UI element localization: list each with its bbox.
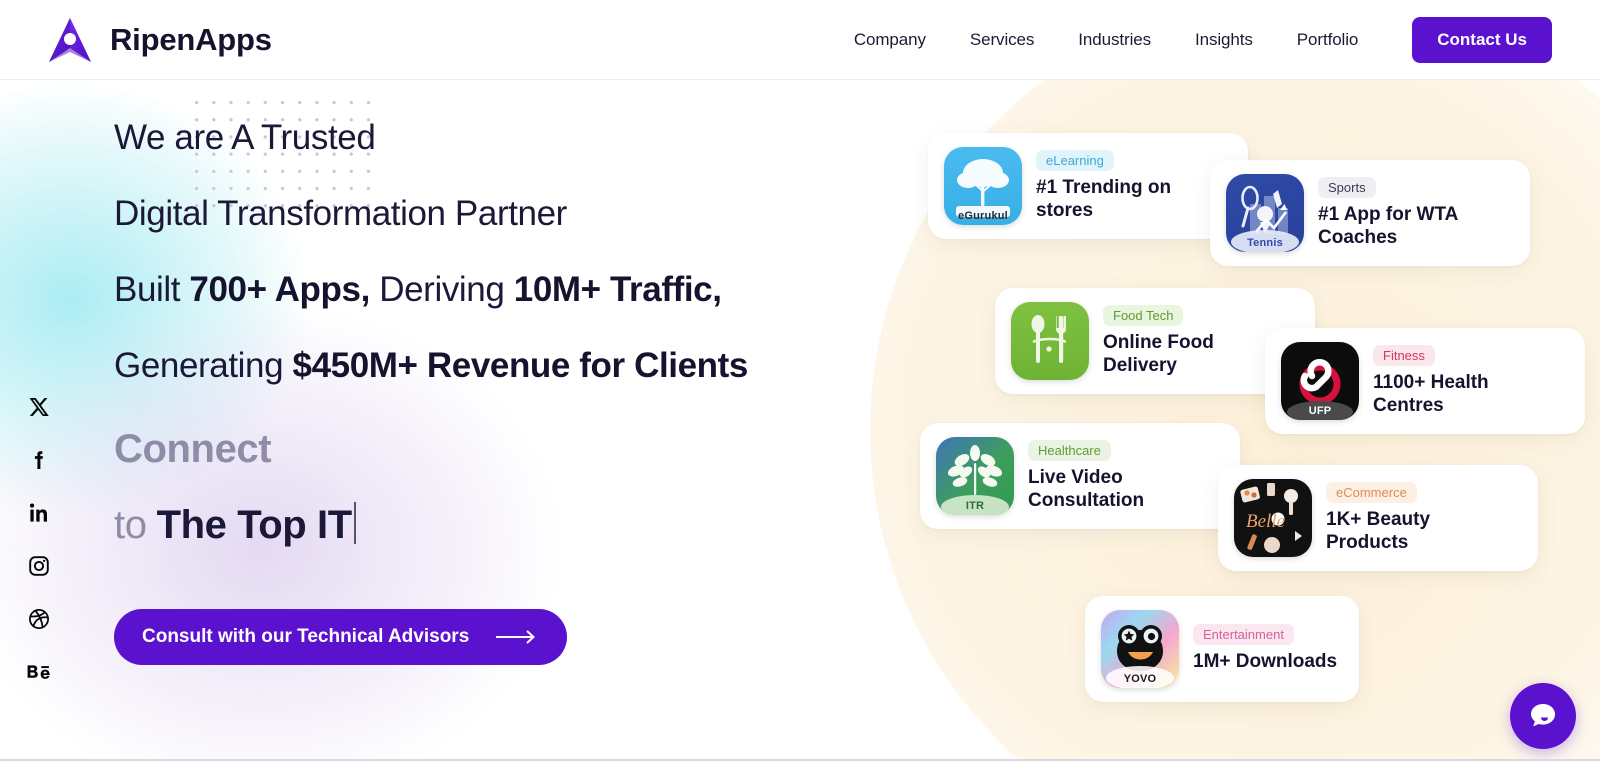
app-title-ufp: 1100+ Health Centres [1373,371,1489,416]
svg-text:Belle: Belle [1246,511,1285,532]
app-tag-ecommerce: eCommerce [1326,481,1417,503]
ufp-icon-label: UFP [1308,405,1332,417]
chat-widget-button[interactable] [1510,683,1576,749]
nav-item-company[interactable]: Company [832,30,948,50]
app-title-belle: 1K+ Beauty Products [1326,508,1431,553]
belle-app-icon: Belle [1234,479,1312,557]
app-tag-foodtech: Food Tech [1103,304,1184,326]
app-card-itr[interactable]: ITR Healthcare Live Video Consultation [920,423,1240,529]
app-card-tennis[interactable]: Tennis Sports #1 App for WTA Coaches [1210,160,1530,266]
app-card-egurukul[interactable]: eGurukul eLearning #1 Trending on stores [928,133,1248,239]
app-title-yovo: 1M+ Downloads [1193,651,1338,673]
page-root: RipenApps Company Services Industries In… [0,0,1600,761]
app-meta: Entertainment 1M+ Downloads [1193,624,1337,673]
ripenapps-logo-icon [44,14,96,66]
egurukul-app-icon: eGurukul [944,147,1022,225]
app-tag-sports: Sports [1318,176,1376,198]
nav-item-industries[interactable]: Industries [1056,30,1173,50]
dribbble-icon[interactable] [22,602,56,636]
yovo-icon-label: YOVO [1123,673,1157,685]
app-title-egurukul: #1 Trending on stores [1036,176,1172,221]
contact-us-button[interactable]: Contact Us [1412,16,1552,63]
ufp-app-icon: UFP [1281,342,1359,420]
app-meta: eLearning #1 Trending on stores [1036,149,1226,222]
app-title-tennis: #1 App for WTA Coaches [1318,203,1458,248]
facebook-icon[interactable] [22,443,56,477]
app-cards-cluster: eGurukul eLearning #1 Trending on stores [0,80,1600,761]
nav-item-services[interactable]: Services [948,30,1056,50]
tennis-app-icon: Tennis [1226,174,1304,252]
x-twitter-icon[interactable] [22,390,56,424]
app-tag-fitness: Fitness [1373,344,1435,366]
behance-icon[interactable] [22,655,56,689]
app-card-ufp[interactable]: UFP Fitness 1100+ Health Centres [1265,328,1585,434]
app-meta: Healthcare Live Video Consultation [1028,439,1218,512]
app-tag-healthcare: Healthcare [1028,439,1111,461]
app-meta: Fitness 1100+ Health Centres [1373,344,1563,417]
app-tag-entertainment: Entertainment [1193,624,1294,646]
food-app-icon [1011,302,1089,380]
site-header: RipenApps Company Services Industries In… [0,0,1600,80]
app-card-yovo[interactable]: YOVO Entertainment 1M+ Downloads [1085,596,1360,702]
main-nav: Company Services Industries Insights Por… [832,16,1600,63]
brand-logo[interactable]: RipenApps [44,14,272,66]
social-rail [22,390,56,689]
instagram-icon[interactable] [22,549,56,583]
app-meta: eCommerce 1K+ Beauty Products [1326,481,1516,554]
brand-name: RipenApps [110,21,272,57]
nav-item-insights[interactable]: Insights [1173,30,1275,50]
app-meta: Sports #1 App for WTA Coaches [1318,176,1508,249]
tennis-icon-label: Tennis [1247,237,1283,249]
itr-app-icon: ITR [936,437,1014,515]
nav-item-portfolio[interactable]: Portfolio [1275,30,1380,50]
app-tag-elearning: eLearning [1036,149,1114,171]
yovo-app-icon: YOVO [1101,610,1179,688]
app-card-belle[interactable]: Belle eCommerce 1K+ Beauty Products [1218,465,1538,571]
chat-bubble-icon [1526,698,1560,735]
hero-section: We are A Trusted Digital Transformation … [0,80,1600,761]
linkedin-icon[interactable] [22,496,56,530]
egurukul-icon-label: eGurukul [958,210,1008,222]
itr-icon-label: ITR [965,500,985,512]
app-title-itr: Live Video Consultation [1028,466,1145,511]
